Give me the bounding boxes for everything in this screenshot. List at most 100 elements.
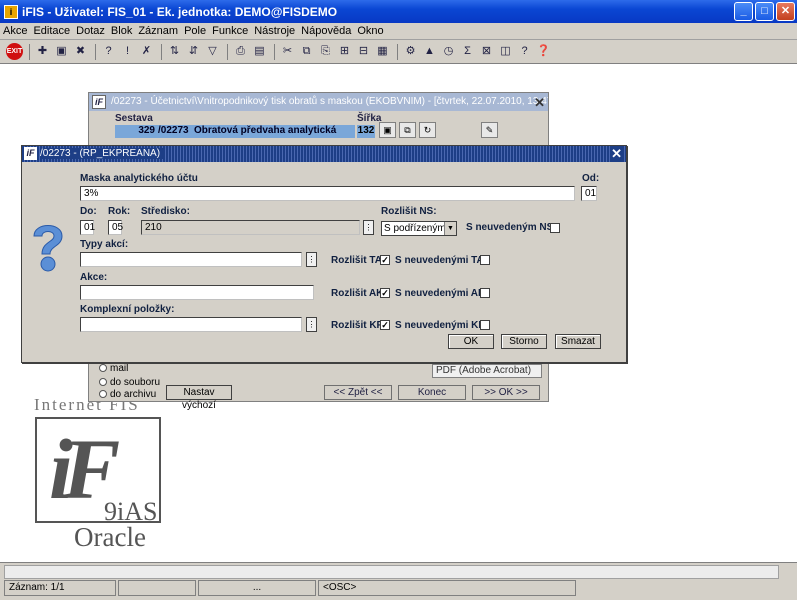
remove-record-icon[interactable]: ⊟ <box>355 43 372 60</box>
minimize-button[interactable]: _ <box>734 2 753 21</box>
maximize-button[interactable]: □ <box>755 2 774 21</box>
exit-icon[interactable]: EXIT <box>6 43 23 60</box>
ok-next-button[interactable]: >> OK >> <box>472 385 540 400</box>
sort-asc-icon[interactable]: ⇅ <box>166 43 183 60</box>
toolbar-separator <box>29 43 30 60</box>
copy-report-icon[interactable]: ⧉ <box>399 122 416 138</box>
table-icon[interactable]: ▦ <box>374 43 391 60</box>
osc-indicator: <OSC> <box>318 580 576 596</box>
print-icon[interactable]: ▣ <box>53 43 70 60</box>
sort-desc-icon[interactable]: ⇵ <box>185 43 202 60</box>
close-button[interactable]: ✕ <box>776 2 795 21</box>
format-select[interactable]: PDF (Adobe Acrobat) <box>432 364 542 378</box>
ok-button[interactable]: OK <box>448 334 494 349</box>
edit-icon[interactable]: ✎ <box>481 122 498 138</box>
sum-icon[interactable]: Σ <box>459 43 476 60</box>
dialog-close-icon[interactable]: ✕ <box>611 146 622 162</box>
what-is-icon[interactable]: ❓ <box>535 43 552 60</box>
status-bar: Záznam: 1/1 ... <OSC> <box>0 562 797 600</box>
paste-icon[interactable]: ⎘ <box>317 43 334 60</box>
settings-icon[interactable]: ⚙ <box>402 43 419 60</box>
execute-query-icon[interactable]: ! <box>119 43 136 60</box>
refresh-icon[interactable]: ↻ <box>419 122 436 138</box>
rozlisit-ak-checkbox[interactable]: ✓ <box>380 288 390 298</box>
form-icon: iF <box>92 95 106 109</box>
clock-icon[interactable]: ◷ <box>440 43 457 60</box>
preview-icon[interactable]: ▤ <box>251 43 268 60</box>
rozlisit-kp-checkbox[interactable]: ✓ <box>380 320 390 330</box>
column-sirka: Šířka <box>357 113 382 124</box>
enter-query-icon[interactable]: ? <box>100 43 117 60</box>
s-neved-ta-checkbox[interactable] <box>480 255 490 265</box>
printer-icon[interactable]: ⎙ <box>232 43 249 60</box>
stredisko-input[interactable]: 210 <box>141 220 360 235</box>
toolbar-separator <box>274 43 275 60</box>
help-icon[interactable]: ? <box>516 43 533 60</box>
save-icon[interactable]: ✚ <box>34 43 51 60</box>
insert-record-icon[interactable]: ⊞ <box>336 43 353 60</box>
app-icon: i <box>4 4 18 19</box>
menu-funkce[interactable]: Funkce <box>212 25 248 37</box>
radio-mark <box>99 364 107 373</box>
cancel-query-icon[interactable]: ✗ <box>138 43 155 60</box>
s-neved-ak-label: S neuvedenými AK <box>395 288 486 299</box>
stredisko-lov-icon[interactable]: ⋮ <box>363 220 374 235</box>
typy-akci-lov-icon[interactable]: ⋮ <box>306 252 317 267</box>
report-close-icon[interactable]: ✕ <box>534 94 545 111</box>
filter-icon[interactable]: ▽ <box>204 43 221 60</box>
menu-napoveda[interactable]: Nápověda <box>301 25 351 37</box>
rozlisit-ns-select[interactable]: S podřízenými ▼ <box>381 221 457 236</box>
menu-zaznam[interactable]: Záznam <box>138 25 178 37</box>
radio-mail-label: mail <box>110 363 129 374</box>
status-segment <box>118 580 196 596</box>
chart-icon[interactable]: ▲ <box>421 43 438 60</box>
image-icon[interactable]: ▣ <box>379 122 396 138</box>
s-neved-ak-checkbox[interactable] <box>480 288 490 298</box>
copy-icon[interactable]: ⧉ <box>298 43 315 60</box>
mask-input[interactable]: 3% <box>80 186 575 201</box>
radio-archive[interactable]: do archivu <box>99 389 156 400</box>
typy-akci-input[interactable] <box>80 252 302 267</box>
menu-okno[interactable]: Okno <box>357 25 383 37</box>
menu-editace[interactable]: Editace <box>33 25 70 37</box>
end-button[interactable]: Konec <box>398 385 466 400</box>
logo-mark: iF <box>49 421 120 517</box>
komplex-input[interactable] <box>80 317 302 332</box>
dialog-titlebar: iF /02273 - (RP_EKPREANA) ✕ <box>22 146 626 162</box>
toolbar-separator <box>95 43 96 60</box>
cut-icon[interactable]: ✂ <box>279 43 296 60</box>
akce-input[interactable] <box>80 285 314 300</box>
rozlisit-ns-value: S podřízenými <box>384 223 448 234</box>
dialog-title: /02273 - (RP_EKPREANA) <box>40 148 165 159</box>
menu-pole[interactable]: Pole <box>184 25 206 37</box>
delete-icon[interactable]: ✖ <box>72 43 89 60</box>
typy-akci-label: Typy akcí: <box>80 239 129 250</box>
s-neved-ns-checkbox[interactable] <box>550 223 560 233</box>
s-neved-kp-checkbox[interactable] <box>480 320 490 330</box>
menu-dotaz[interactable]: Dotaz <box>76 25 105 37</box>
menu-blok[interactable]: Blok <box>111 25 132 37</box>
radio-mail[interactable]: mail <box>99 363 128 374</box>
row-num: 329 <box>138 125 155 136</box>
storno-button[interactable]: Storno <box>501 334 547 349</box>
table-row[interactable]: 329 /02273 Obratová předvaha analytická <box>115 125 355 138</box>
record-indicator: Záznam: 1/1 <box>4 580 116 596</box>
od-input[interactable]: 01 <box>581 186 597 201</box>
set-defaults-button[interactable]: Nastav výchozí <box>166 385 232 411</box>
column-sestava: Sestava <box>115 113 153 124</box>
menu-nastroje[interactable]: Nástroje <box>254 25 295 37</box>
akce-label: Akce: <box>80 272 108 283</box>
menu-akce[interactable]: Akce <box>3 25 27 37</box>
excel-icon[interactable]: ⊠ <box>478 43 495 60</box>
do-input[interactable]: 01 <box>80 220 95 235</box>
s-neved-ta-label: S neuvedenými TA <box>395 255 484 266</box>
parameter-dialog: iF /02273 - (RP_EKPREANA) ✕ Maska analyt… <box>21 145 627 363</box>
radio-file[interactable]: do souboru <box>99 377 160 388</box>
smazat-button[interactable]: Smazat <box>555 334 601 349</box>
back-button[interactable]: << Zpět << <box>324 385 392 400</box>
export-icon[interactable]: ◫ <box>497 43 514 60</box>
stredisko-label: Středisko: <box>141 206 190 217</box>
rozlisit-ta-checkbox[interactable]: ✓ <box>380 255 390 265</box>
komplex-lov-icon[interactable]: ⋮ <box>306 317 317 332</box>
rok-input[interactable]: 05 <box>108 220 123 235</box>
